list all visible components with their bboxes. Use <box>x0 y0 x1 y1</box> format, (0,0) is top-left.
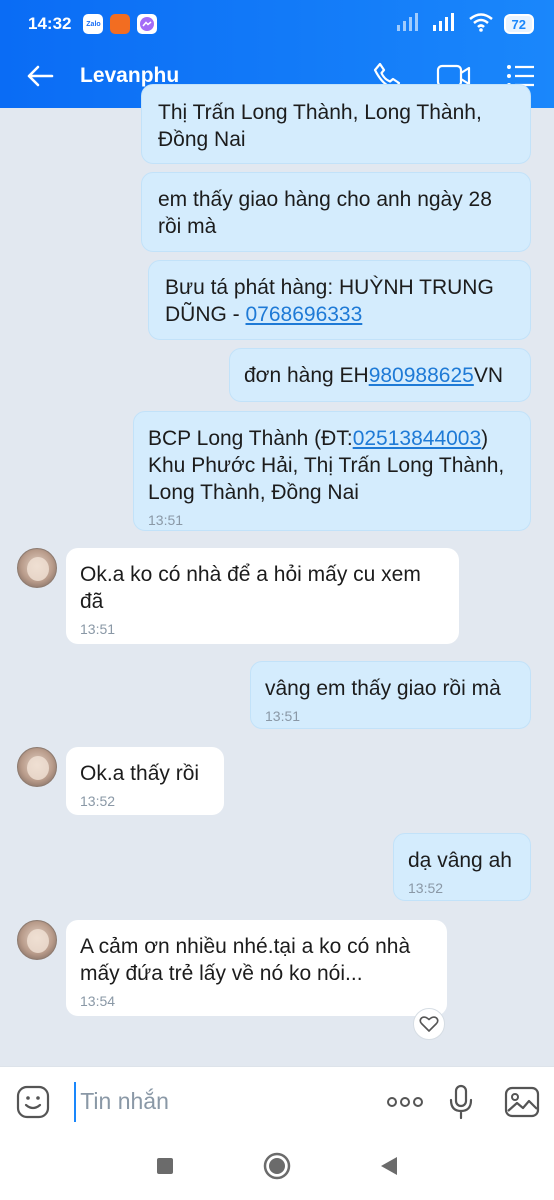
signal-icon-2 <box>432 12 458 36</box>
sticker-button[interactable] <box>0 1067 66 1137</box>
message-composer <box>0 1066 554 1136</box>
message-bubble-outgoing[interactable]: BCP Long Thành (ĐT:02513844003) Khu Phướ… <box>133 411 531 531</box>
message-time: 13:52 <box>408 880 444 896</box>
tracking-number-link[interactable]: 980988625 <box>369 364 474 387</box>
message-text: vâng em thấy giao rồi mà <box>265 677 501 700</box>
messenger-icon <box>137 14 158 34</box>
message-bubble-outgoing[interactable]: em thấy giao hàng cho anh ngày 28 rồi mà <box>141 172 531 252</box>
react-heart-button[interactable] <box>413 1008 445 1040</box>
battery-indicator: 72 <box>503 14 534 34</box>
status-time: 14:32 <box>28 14 72 33</box>
message-bubble-outgoing[interactable]: Bưu tá phát hàng: HUỲNH TRUNG DŨNG - 076… <box>148 260 531 340</box>
message-time: 13:51 <box>80 621 116 637</box>
contact-avatar[interactable] <box>17 920 57 960</box>
voice-record-button[interactable] <box>433 1067 490 1137</box>
recent-apps-button[interactable] <box>155 1156 175 1181</box>
message-text: dạ vâng ah <box>408 849 512 872</box>
wifi-icon <box>468 12 494 37</box>
heart-icon <box>419 1016 439 1032</box>
message-text-suffix: VN <box>473 364 503 387</box>
message-text: đơn hàng EH <box>244 364 369 387</box>
message-bubble-incoming[interactable]: Ok.a thấy rồi 13:52 <box>66 747 224 815</box>
home-circle-icon <box>263 1152 291 1179</box>
more-options-button[interactable] <box>376 1067 433 1137</box>
message-bubble-outgoing[interactable]: đơn hàng EH980988625VN <box>229 348 531 402</box>
square-icon <box>157 1157 173 1174</box>
phone-number-link[interactable]: 02513844003 <box>353 427 481 450</box>
message-text: BCP Long Thành (ĐT: <box>148 427 353 450</box>
message-bubble-incoming[interactable]: A cảm ơn nhiều nhé.tại a ko có nhà mấy đ… <box>66 920 447 1016</box>
nav-back-button[interactable] <box>379 1155 399 1182</box>
message-text: Ok.a thấy rồi <box>80 762 200 785</box>
system-nav-bar <box>0 1136 554 1200</box>
more-dots-icon <box>386 1096 423 1107</box>
message-bubble-incoming[interactable]: Ok.a ko có nhà để a hỏi mấy cu xem đã 13… <box>66 548 459 644</box>
message-time: 13:51 <box>148 512 184 528</box>
message-bubble-outgoing[interactable]: Thị Trấn Long Thành, Long Thành, Đồng Na… <box>141 84 531 164</box>
microphone-icon <box>450 1084 473 1119</box>
contact-avatar[interactable] <box>17 548 57 588</box>
status-bar: 14:32 Zalo 72 <box>0 0 554 48</box>
message-bubble-outgoing[interactable]: vâng em thấy giao rồi mà 13:51 <box>250 661 531 729</box>
back-button[interactable] <box>0 48 80 104</box>
zalo-icon: Zalo <box>83 14 104 34</box>
arrow-left-icon <box>27 65 54 87</box>
emoji-icon <box>16 1085 50 1118</box>
message-time: 13:51 <box>265 708 301 724</box>
message-time: 13:52 <box>80 793 116 809</box>
contact-avatar[interactable] <box>17 747 57 787</box>
message-text: A cảm ơn nhiều nhé.tại a ko có nhà mấy đ… <box>80 935 411 985</box>
phone-number-link[interactable]: 0768696333 <box>246 303 363 326</box>
message-bubble-outgoing[interactable]: dạ vâng ah 13:52 <box>393 833 531 901</box>
triangle-back-icon <box>381 1156 397 1175</box>
message-text: Ok.a ko có nhà để a hỏi mấy cu xem đã <box>80 563 421 613</box>
message-text: Thị Trấn Long Thành, Long Thành, Đồng Na… <box>158 101 482 151</box>
shopee-icon <box>110 14 131 34</box>
message-time: 13:54 <box>80 993 116 1009</box>
message-input[interactable] <box>74 1081 377 1122</box>
gallery-button[interactable] <box>490 1067 554 1137</box>
message-text: em thấy giao hàng cho anh ngày 28 rồi mà <box>158 188 492 238</box>
signal-icon <box>396 12 422 36</box>
home-button[interactable] <box>263 1152 291 1185</box>
image-icon <box>504 1086 539 1117</box>
